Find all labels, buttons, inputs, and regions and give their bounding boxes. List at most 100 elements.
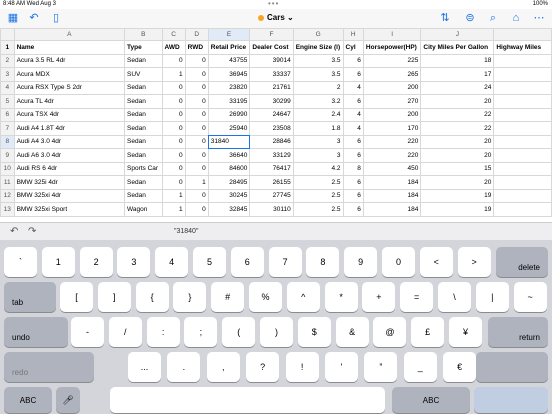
table-cell[interactable]: Acura TL 4dr: [13, 94, 126, 109]
key[interactable]: |: [475, 282, 509, 312]
table-cell[interactable]: 24: [420, 80, 495, 95]
row-number[interactable]: 6: [0, 107, 15, 122]
table-cell[interactable]: 184: [362, 175, 422, 190]
table-cell[interactable]: 33337: [249, 67, 294, 82]
table-cell[interactable]: 2: [292, 80, 344, 95]
key[interactable]: 5: [193, 247, 226, 277]
table-cell[interactable]: 225: [362, 53, 422, 68]
spreadsheet-grid[interactable]: A B C D E F G H I J 1 Name Type AWD RWD Retai…: [0, 28, 552, 218]
row-number[interactable]: 4: [0, 80, 15, 95]
table-cell[interactable]: 76417: [249, 161, 294, 176]
table-cell[interactable]: Sedan: [124, 175, 163, 190]
table-cell[interactable]: 184: [362, 202, 422, 217]
table-cell[interactable]: 4: [342, 121, 364, 136]
redo-key[interactable]: redo: [4, 352, 94, 382]
row-number[interactable]: 13: [0, 202, 15, 217]
spreadsheets-grid-icon[interactable]: ▦: [6, 12, 20, 24]
table-cell[interactable]: Sedan: [124, 53, 163, 68]
table-cell[interactable]: 200: [362, 80, 422, 95]
key[interactable]: /: [108, 317, 142, 347]
table-cell[interactable]: 28846: [249, 134, 294, 149]
table-cell[interactable]: Audi A4 1.8T 4dr: [13, 121, 126, 136]
search-icon[interactable]: ⌕: [486, 12, 500, 24]
space-key[interactable]: [110, 387, 385, 413]
row-number[interactable]: 2: [0, 53, 15, 68]
table-cell[interactable]: 22: [420, 107, 495, 122]
table-cell[interactable]: 0: [161, 80, 186, 95]
table-cell[interactable]: 23820: [207, 80, 251, 95]
column-title-cell[interactable]: AWD: [161, 40, 186, 55]
key[interactable]: ): [260, 317, 293, 347]
table-cell[interactable]: 184: [362, 188, 422, 203]
row-number[interactable]: 10: [0, 161, 15, 176]
column-header-j[interactable]: J: [420, 28, 495, 41]
table-cell[interactable]: [493, 53, 552, 68]
table-cell[interactable]: BMW 325xi 4dr: [13, 188, 126, 203]
table-cell[interactable]: 2.5: [292, 188, 344, 203]
table-cell[interactable]: 450: [362, 161, 422, 176]
column-header-d[interactable]: D: [184, 28, 209, 41]
key[interactable]: {: [135, 282, 169, 312]
table-cell[interactable]: [493, 161, 552, 176]
table-cell[interactable]: 20: [420, 175, 495, 190]
column-header-i[interactable]: I: [362, 28, 422, 41]
table-cell[interactable]: 0: [161, 94, 186, 109]
table-cell[interactable]: 4.2: [292, 161, 344, 176]
column-title-cell[interactable]: Cyl: [342, 40, 364, 55]
key[interactable]: 7: [268, 247, 302, 277]
table-cell[interactable]: 0: [161, 121, 186, 136]
table-cell[interactable]: 6: [342, 202, 364, 217]
table-cell[interactable]: Wagon: [124, 202, 163, 217]
table-cell[interactable]: 33129: [249, 148, 294, 163]
column-title-cell[interactable]: Highway Miles: [493, 40, 552, 55]
table-cell[interactable]: 6: [342, 134, 364, 149]
table-cell[interactable]: 0: [184, 148, 209, 163]
column-header-k[interactable]: [493, 28, 552, 41]
table-cell[interactable]: 270: [362, 94, 422, 109]
table-cell[interactable]: 3.5: [292, 53, 344, 68]
table-cell[interactable]: [493, 148, 552, 163]
table-cell[interactable]: 84600: [207, 161, 251, 176]
table-cell[interactable]: 220: [362, 134, 422, 149]
table-cell[interactable]: 6: [342, 188, 364, 203]
undo-icon[interactable]: ↶: [27, 12, 41, 24]
key[interactable]: 3: [117, 247, 151, 277]
table-cell[interactable]: 0: [161, 134, 186, 149]
table-cell[interactable]: 39014: [249, 53, 294, 68]
key[interactable]: $: [297, 317, 331, 347]
format-icon[interactable]: ⊜: [463, 12, 477, 24]
table-cell[interactable]: [493, 107, 552, 122]
key[interactable]: 6: [230, 247, 264, 277]
column-title-cell[interactable]: Type: [124, 40, 163, 55]
column-title-cell[interactable]: Horsepower(HP): [362, 40, 422, 55]
table-cell[interactable]: [493, 134, 552, 149]
table-cell[interactable]: 265: [362, 67, 422, 82]
table-cell[interactable]: Acura RSX Type S 2dr: [13, 80, 126, 95]
table-cell[interactable]: 4: [342, 80, 364, 95]
sort-icon[interactable]: ⇅: [438, 12, 452, 24]
table-cell[interactable]: [493, 80, 552, 95]
table-cell[interactable]: [493, 94, 552, 109]
table-cell[interactable]: 4: [342, 107, 364, 122]
key[interactable]: !: [285, 352, 319, 382]
table-cell[interactable]: 26990: [207, 107, 251, 122]
key[interactable]: =: [400, 282, 434, 312]
table-cell[interactable]: 0: [184, 67, 209, 82]
shift-key-placeholder[interactable]: [476, 352, 548, 382]
key[interactable]: 9: [344, 247, 378, 277]
table-cell[interactable]: BMW 325xi Sport: [13, 202, 126, 217]
redo-icon[interactable]: ↷: [28, 226, 36, 237]
table-cell[interactable]: 0: [184, 94, 209, 109]
table-cell[interactable]: 0: [161, 53, 186, 68]
corner-cell[interactable]: [0, 28, 15, 41]
key[interactable]: [: [60, 282, 93, 312]
table-cell[interactable]: 20: [420, 134, 495, 149]
delete-key[interactable]: delete: [496, 247, 548, 277]
table-cell[interactable]: 20: [420, 94, 495, 109]
table-cell[interactable]: Sedan: [124, 134, 163, 149]
table-cell[interactable]: 1: [184, 175, 209, 190]
column-header-a[interactable]: A: [13, 28, 126, 41]
table-cell[interactable]: [493, 188, 552, 203]
table-cell[interactable]: Sedan: [124, 148, 163, 163]
column-title-cell[interactable]: City Miles Per Gallon: [420, 40, 495, 55]
